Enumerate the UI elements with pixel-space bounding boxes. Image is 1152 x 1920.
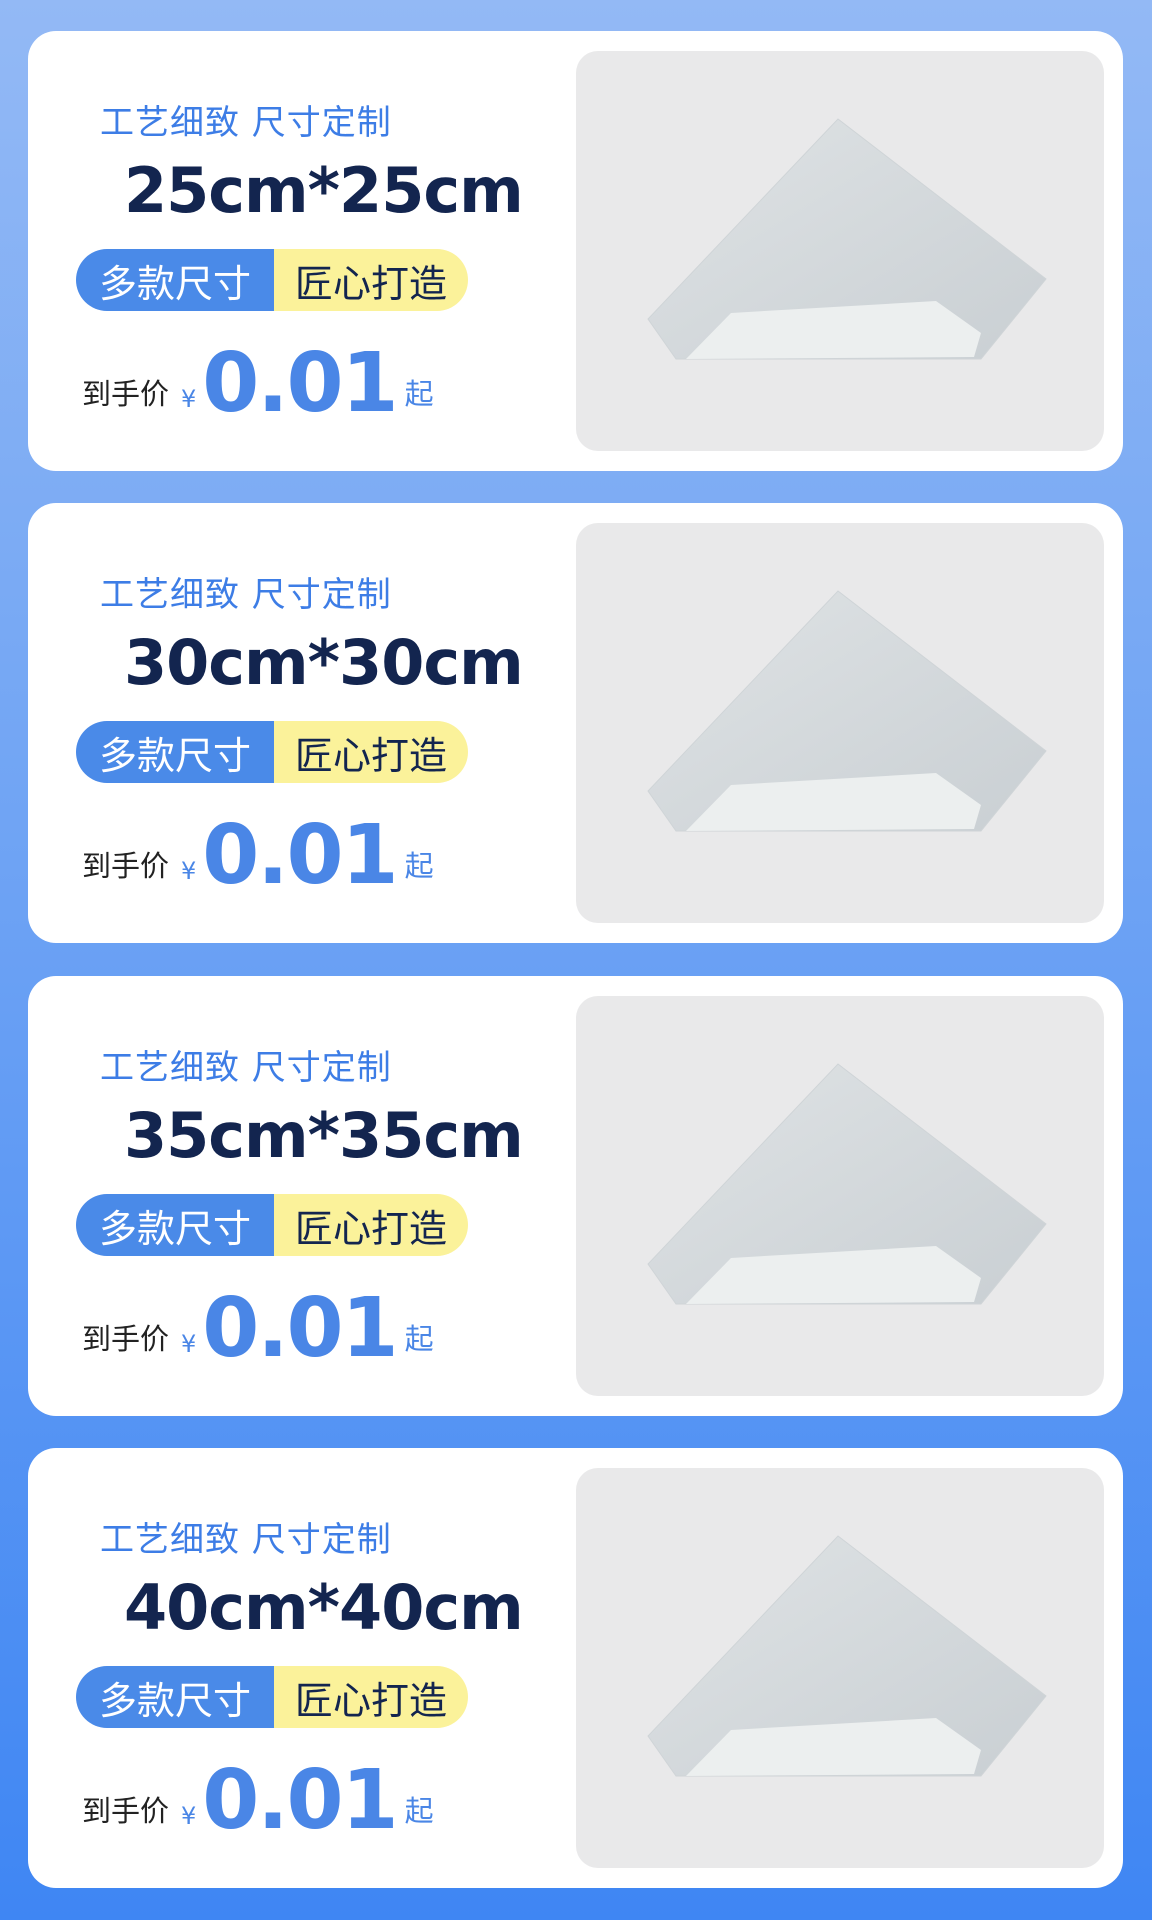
price-suffix: 起 bbox=[404, 1322, 434, 1356]
badge-craftsmanship: 匠心打造 bbox=[274, 249, 468, 311]
price-value: 0.01 bbox=[202, 1281, 398, 1376]
badge-multiple-sizes: 多款尺寸 bbox=[76, 721, 274, 783]
price-label: 到手价 bbox=[82, 1322, 170, 1356]
badge-multiple-sizes: 多款尺寸 bbox=[76, 1666, 274, 1728]
size-title: 30cm*30cm bbox=[124, 626, 524, 699]
card-tagline: 工艺细致 尺寸定制 bbox=[100, 575, 392, 615]
product-card[interactable]: 工艺细致 尺寸定制 25cm*25cm 多款尺寸 匠心打造 到手价 ¥ 0.01… bbox=[28, 31, 1123, 471]
currency-symbol: ¥ bbox=[181, 1330, 197, 1358]
feature-badge: 多款尺寸 匠心打造 bbox=[76, 721, 468, 783]
price-label: 到手价 bbox=[82, 1794, 170, 1828]
currency-symbol: ¥ bbox=[181, 385, 197, 413]
product-image[interactable] bbox=[576, 996, 1104, 1396]
price-row: 到手价 ¥ 0.01 起 bbox=[82, 335, 434, 425]
price-suffix: 起 bbox=[404, 1794, 434, 1828]
price-suffix: 起 bbox=[404, 377, 434, 411]
feature-badge: 多款尺寸 匠心打造 bbox=[76, 1666, 468, 1728]
folded-paper-illustration bbox=[647, 118, 1047, 360]
card-tagline: 工艺细致 尺寸定制 bbox=[100, 103, 392, 143]
price-value: 0.01 bbox=[202, 808, 398, 903]
product-image[interactable] bbox=[576, 51, 1104, 451]
size-title: 25cm*25cm bbox=[124, 154, 524, 227]
badge-craftsmanship: 匠心打造 bbox=[274, 1194, 468, 1256]
price-value: 0.01 bbox=[202, 1753, 398, 1848]
currency-symbol: ¥ bbox=[181, 1802, 197, 1830]
badge-craftsmanship: 匠心打造 bbox=[274, 721, 468, 783]
product-card[interactable]: 工艺细致 尺寸定制 30cm*30cm 多款尺寸 匠心打造 到手价 ¥ 0.01… bbox=[28, 503, 1123, 943]
price-row: 到手价 ¥ 0.01 起 bbox=[82, 1280, 434, 1370]
price-row: 到手价 ¥ 0.01 起 bbox=[82, 807, 434, 897]
price-suffix: 起 bbox=[404, 849, 434, 883]
price-value: 0.01 bbox=[202, 336, 398, 431]
badge-craftsmanship: 匠心打造 bbox=[274, 1666, 468, 1728]
feature-badge: 多款尺寸 匠心打造 bbox=[76, 249, 468, 311]
product-image[interactable] bbox=[576, 1468, 1104, 1868]
price-label: 到手价 bbox=[82, 377, 170, 411]
folded-paper-illustration bbox=[647, 1535, 1047, 1777]
price-label: 到手价 bbox=[82, 849, 170, 883]
price-row: 到手价 ¥ 0.01 起 bbox=[82, 1752, 434, 1842]
product-card[interactable]: 工艺细致 尺寸定制 40cm*40cm 多款尺寸 匠心打造 到手价 ¥ 0.01… bbox=[28, 1448, 1123, 1888]
currency-symbol: ¥ bbox=[181, 857, 197, 885]
size-title: 35cm*35cm bbox=[124, 1099, 524, 1172]
product-image[interactable] bbox=[576, 523, 1104, 923]
card-tagline: 工艺细致 尺寸定制 bbox=[100, 1520, 392, 1560]
product-card[interactable]: 工艺细致 尺寸定制 35cm*35cm 多款尺寸 匠心打造 到手价 ¥ 0.01… bbox=[28, 976, 1123, 1416]
size-title: 40cm*40cm bbox=[124, 1571, 524, 1644]
badge-multiple-sizes: 多款尺寸 bbox=[76, 1194, 274, 1256]
feature-badge: 多款尺寸 匠心打造 bbox=[76, 1194, 468, 1256]
badge-multiple-sizes: 多款尺寸 bbox=[76, 249, 274, 311]
folded-paper-illustration bbox=[647, 1063, 1047, 1305]
folded-paper-illustration bbox=[647, 590, 1047, 832]
card-tagline: 工艺细致 尺寸定制 bbox=[100, 1048, 392, 1088]
